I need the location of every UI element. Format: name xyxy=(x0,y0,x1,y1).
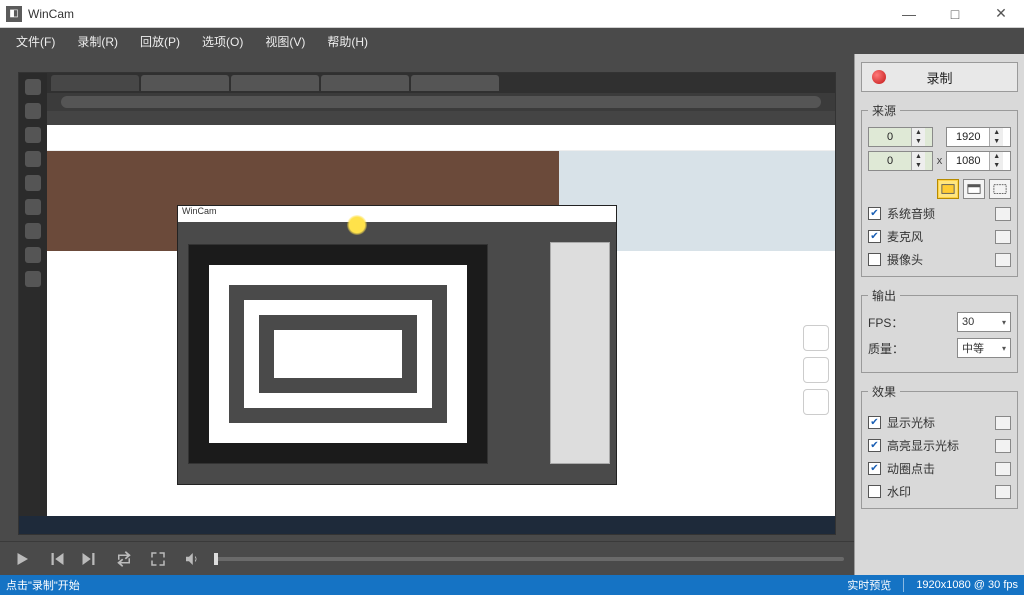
menu-file[interactable]: 文件(F) xyxy=(6,30,65,53)
microphone-label: 麦克风 xyxy=(887,228,923,245)
effects-group: 效果 显示光标 高亮显示光标 xyxy=(861,383,1018,509)
minimize-button[interactable]: — xyxy=(886,0,932,28)
app-window: ◧ WinCam — □ ✕ 文件(F) 录制(R) 回放(P) 选项(O) 视… xyxy=(0,0,1024,595)
next-frame-button[interactable] xyxy=(78,547,102,571)
highlight-cursor-label: 高亮显示光标 xyxy=(887,437,959,454)
microphone-options[interactable] xyxy=(995,230,1011,244)
watermark-checkbox[interactable] xyxy=(868,485,881,498)
source-legend: 来源 xyxy=(868,102,900,119)
preview-column: WinCam xyxy=(0,54,854,575)
source-x-input[interactable]: ▲▼ xyxy=(868,127,933,147)
show-cursor-checkbox[interactable] xyxy=(868,416,881,429)
system-audio-options[interactable] xyxy=(995,207,1011,221)
captured-nested-wincam: WinCam xyxy=(177,205,617,485)
captured-page: WinCam xyxy=(47,125,835,516)
source-height-input[interactable]: ▲▼ xyxy=(946,151,1011,171)
record-button[interactable]: 录制 xyxy=(861,62,1018,92)
capture-mode-fullscreen[interactable] xyxy=(937,179,959,199)
fps-label: FPS： xyxy=(868,314,903,331)
camera-label: 摄像头 xyxy=(887,251,923,268)
captured-taskbar xyxy=(19,516,835,534)
play-button[interactable] xyxy=(10,547,34,571)
source-height-value[interactable] xyxy=(947,152,989,170)
fullscreen-button[interactable] xyxy=(146,547,170,571)
status-right: 1920x1080 @ 30 fps xyxy=(916,579,1018,591)
spin-up-icon[interactable]: ▲ xyxy=(912,128,925,137)
status-mid: 实时预览 xyxy=(847,577,891,593)
show-cursor-label: 显示光标 xyxy=(887,414,935,431)
source-y-value[interactable] xyxy=(869,152,911,170)
titlebar: ◧ WinCam — □ ✕ xyxy=(0,0,1024,28)
spin-down-icon[interactable]: ▼ xyxy=(990,161,1003,170)
watermark-label: 水印 xyxy=(887,483,911,500)
animate-click-checkbox[interactable] xyxy=(868,462,881,475)
capture-mode-region[interactable] xyxy=(989,179,1011,199)
source-group: 来源 ▲▼ ▲▼ ▲▼ x xyxy=(861,102,1018,277)
camera-options[interactable] xyxy=(995,253,1011,267)
settings-panel: 录制 来源 ▲▼ ▲▼ ▲▼ xyxy=(854,54,1024,575)
maximize-button[interactable]: □ xyxy=(932,0,978,28)
menu-record[interactable]: 录制(R) xyxy=(67,30,128,53)
show-cursor-options[interactable] xyxy=(995,416,1011,430)
quality-label: 质量： xyxy=(868,340,904,357)
dimension-separator: x xyxy=(937,155,943,167)
status-left: 点击"录制"开始 xyxy=(6,577,80,593)
highlight-cursor-checkbox[interactable] xyxy=(868,439,881,452)
chevron-down-icon: ▾ xyxy=(1002,344,1006,353)
menu-view[interactable]: 视图(V) xyxy=(255,30,315,53)
output-legend: 输出 xyxy=(868,287,900,304)
microphone-checkbox[interactable] xyxy=(868,230,881,243)
menubar: 文件(F) 录制(R) 回放(P) 选项(O) 视图(V) 帮助(H) xyxy=(0,28,1024,54)
menu-replay[interactable]: 回放(P) xyxy=(130,30,190,53)
source-width-value[interactable] xyxy=(947,128,989,146)
animate-click-options[interactable] xyxy=(995,462,1011,476)
captured-browser-chrome xyxy=(47,73,835,111)
volume-button[interactable] xyxy=(180,547,204,571)
effects-legend: 效果 xyxy=(868,383,900,400)
loop-button[interactable] xyxy=(112,547,136,571)
spin-down-icon[interactable]: ▼ xyxy=(912,161,925,170)
player-bar xyxy=(0,541,854,575)
fps-combo[interactable]: 30 ▾ xyxy=(957,312,1011,332)
preview-viewport: WinCam xyxy=(0,54,854,541)
statusbar: 点击"录制"开始 实时预览 1920x1080 @ 30 fps xyxy=(0,575,1024,595)
seek-slider[interactable] xyxy=(214,557,844,561)
record-dot-icon xyxy=(872,70,886,84)
app-icon: ◧ xyxy=(6,6,22,22)
menu-options[interactable]: 选项(O) xyxy=(192,30,253,53)
output-group: 输出 FPS： 30 ▾ 质量： 中等 ▾ xyxy=(861,287,1018,373)
spin-down-icon[interactable]: ▼ xyxy=(912,137,925,146)
prev-frame-button[interactable] xyxy=(44,547,68,571)
system-audio-label: 系统音频 xyxy=(887,205,935,222)
nested-window-title: WinCam xyxy=(178,206,616,222)
menu-help[interactable]: 帮助(H) xyxy=(317,30,378,53)
system-audio-checkbox[interactable] xyxy=(868,207,881,220)
spin-down-icon[interactable]: ▼ xyxy=(990,137,1003,146)
camera-checkbox[interactable] xyxy=(868,253,881,266)
captured-browser-sidebar xyxy=(19,73,47,534)
quality-value: 中等 xyxy=(962,340,984,356)
fps-value: 30 xyxy=(962,316,974,328)
main-area: WinCam xyxy=(0,54,1024,575)
source-y-input[interactable]: ▲▼ xyxy=(868,151,933,171)
captured-floating-buttons xyxy=(803,325,829,415)
quality-combo[interactable]: 中等 ▾ xyxy=(957,338,1011,358)
record-button-label: 录制 xyxy=(926,68,952,87)
spin-up-icon[interactable]: ▲ xyxy=(990,128,1003,137)
capture-mode-window[interactable] xyxy=(963,179,985,199)
cursor-highlight-icon xyxy=(347,215,367,235)
watermark-options[interactable] xyxy=(995,485,1011,499)
preview-frame: WinCam xyxy=(18,72,836,535)
window-title: WinCam xyxy=(28,7,74,21)
spin-up-icon[interactable]: ▲ xyxy=(912,152,925,161)
close-button[interactable]: ✕ xyxy=(978,0,1024,28)
spin-up-icon[interactable]: ▲ xyxy=(990,152,1003,161)
chevron-down-icon: ▾ xyxy=(1002,318,1006,327)
animate-click-label: 动圈点击 xyxy=(887,460,935,477)
source-width-input[interactable]: ▲▼ xyxy=(946,127,1011,147)
source-x-value[interactable] xyxy=(869,128,911,146)
highlight-cursor-options[interactable] xyxy=(995,439,1011,453)
